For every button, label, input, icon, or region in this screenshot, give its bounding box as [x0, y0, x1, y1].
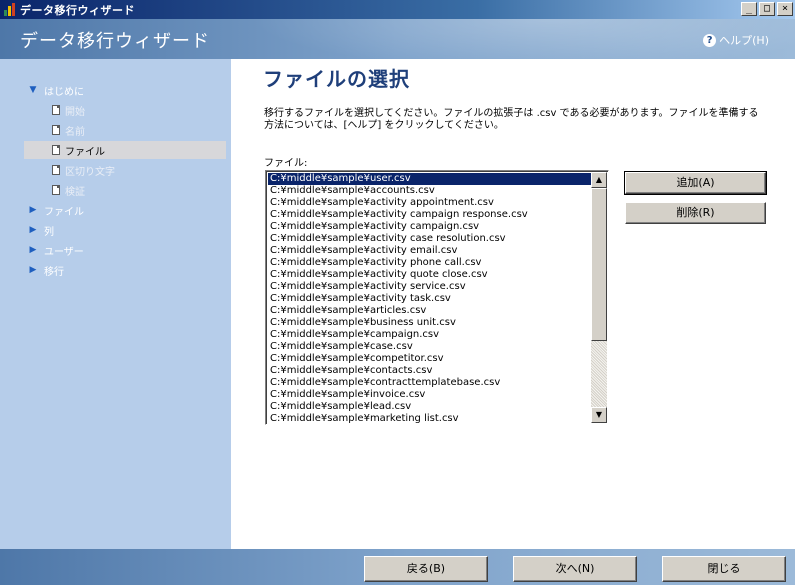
help-label: ヘルプ(H)	[719, 34, 769, 47]
page-icon	[52, 185, 60, 195]
wizard-header: データ移行ウィザード ? ヘルプ(H)	[0, 19, 795, 59]
file-list-item[interactable]: C:¥middle¥sample¥case.csv	[268, 341, 592, 353]
file-list: C:¥middle¥sample¥user.csv C:¥middle¥sampl…	[268, 173, 592, 424]
close-button[interactable]: 閉じる	[662, 556, 786, 582]
nav-label: ファイル	[65, 146, 105, 158]
back-button[interactable]: 戻る(B)	[364, 556, 488, 582]
nav-step-start[interactable]: 開始	[52, 101, 222, 119]
file-list-item[interactable]: C:¥middle¥sample¥campaign.csv	[268, 329, 592, 341]
file-list-item[interactable]: C:¥middle¥sample¥activity task.csv	[268, 293, 592, 305]
page-icon	[52, 145, 60, 155]
file-list-item[interactable]: C:¥middle¥sample¥contacts.csv	[268, 365, 592, 377]
nav-section-files[interactable]: ▶ ファイル	[28, 201, 228, 219]
collapsed-arrow-icon: ▶	[29, 205, 37, 215]
nav-step-validation[interactable]: 検証	[52, 181, 222, 199]
nav-label: 名前	[65, 126, 85, 138]
minimize-button[interactable]: _	[741, 2, 757, 16]
file-list-item[interactable]: C:¥middle¥sample¥accounts.csv	[268, 185, 592, 197]
window-title: データ移行ウィザード	[20, 3, 135, 17]
nav-section-migration[interactable]: ▶ 移行	[28, 261, 228, 279]
nav-section-columns[interactable]: ▶ 列	[28, 221, 228, 239]
nav-section-users[interactable]: ▶ ユーザー	[28, 241, 228, 259]
expanded-arrow-icon: ▼	[29, 85, 37, 95]
page-icon	[52, 165, 60, 175]
file-list-item[interactable]: C:¥middle¥sample¥articles.csv	[268, 305, 592, 317]
file-list-item[interactable]: C:¥middle¥sample¥business unit.csv	[268, 317, 592, 329]
window-title-bar[interactable]: データ移行ウィザード _ □ ×	[0, 0, 795, 19]
page-icon	[52, 105, 60, 115]
scroll-down-button[interactable]: ▼	[591, 407, 607, 423]
nav-step-name[interactable]: 名前	[52, 121, 222, 139]
instructions-text: 移行するファイルを選択してください。ファイルの拡張子は .csv である必要があ…	[264, 108, 759, 131]
collapsed-arrow-icon: ▶	[29, 245, 37, 255]
nav-section-introduction[interactable]: ▼ はじめに	[28, 81, 228, 99]
nav-label: はじめに	[44, 86, 84, 98]
file-list-item[interactable]: C:¥middle¥sample¥user.csv	[268, 173, 592, 185]
file-list-item[interactable]: C:¥middle¥sample¥invoice.csv	[268, 389, 592, 401]
collapsed-arrow-icon: ▶	[29, 225, 37, 235]
nav-step-delimiter[interactable]: 区切り文字	[52, 161, 222, 179]
file-list-item[interactable]: C:¥middle¥sample¥activity campaign.csv	[268, 221, 592, 233]
close-window-button[interactable]: ×	[777, 2, 793, 16]
file-list-item[interactable]: C:¥middle¥sample¥competitor.csv	[268, 353, 592, 365]
scroll-up-button[interactable]: ▲	[591, 172, 607, 188]
file-list-item[interactable]: C:¥middle¥sample¥activity quote close.cs…	[268, 269, 592, 281]
page-icon	[52, 125, 60, 135]
page-title: ファイルの選択	[263, 67, 410, 91]
app-chart-icon	[3, 2, 17, 17]
collapsed-arrow-icon: ▶	[29, 265, 37, 275]
file-list-item[interactable]: C:¥middle¥sample¥contracttemplatebase.cs…	[268, 377, 592, 389]
window-controls: _ □ ×	[741, 2, 793, 16]
maximize-button[interactable]: □	[759, 2, 775, 16]
nav-step-file[interactable]: ファイル	[24, 141, 226, 159]
file-list-item[interactable]: C:¥middle¥sample¥activity phone call.csv	[268, 257, 592, 269]
scroll-thumb[interactable]	[591, 188, 607, 341]
nav-label: 区切り文字	[65, 166, 115, 178]
file-list-item[interactable]: C:¥middle¥sample¥lead.csv	[268, 401, 592, 413]
nav-label: 移行	[44, 266, 64, 278]
file-list-item[interactable]: C:¥middle¥sample¥activity email.csv	[268, 245, 592, 257]
file-list-item[interactable]: C:¥middle¥sample¥activity service.csv	[268, 281, 592, 293]
file-list-item[interactable]: C:¥middle¥sample¥marketing list.csv	[268, 413, 592, 424]
help-icon: ?	[703, 33, 717, 47]
nav-label: 列	[44, 226, 54, 238]
files-label: ファイル:	[264, 158, 308, 169]
wizard-step-nav: ▼ はじめに 開始 名前 ファイル 区切り文字 検証 ▶ ファイル ▶ 列 ▶ …	[0, 59, 231, 549]
nav-label: ファイル	[44, 206, 84, 218]
nav-label: 開始	[65, 106, 85, 118]
next-button[interactable]: 次へ(N)	[513, 556, 637, 582]
wizard-title: データ移行ウィザード	[20, 31, 210, 52]
file-list-item[interactable]: C:¥middle¥sample¥activity campaign respo…	[268, 209, 592, 221]
nav-label: ユーザー	[44, 246, 84, 258]
file-listbox[interactable]: C:¥middle¥sample¥user.csv C:¥middle¥sampl…	[265, 170, 609, 425]
remove-file-button[interactable]: 削除(R)	[625, 202, 766, 224]
add-file-button[interactable]: 追加(A)	[624, 171, 767, 195]
vertical-scrollbar[interactable]: ▲ ▼	[591, 172, 607, 423]
nav-label: 検証	[65, 186, 85, 198]
help-link[interactable]: ? ヘルプ(H)	[703, 32, 769, 48]
file-list-item[interactable]: C:¥middle¥sample¥activity case resolutio…	[268, 233, 592, 245]
file-list-item[interactable]: C:¥middle¥sample¥activity appointment.cs…	[268, 197, 592, 209]
